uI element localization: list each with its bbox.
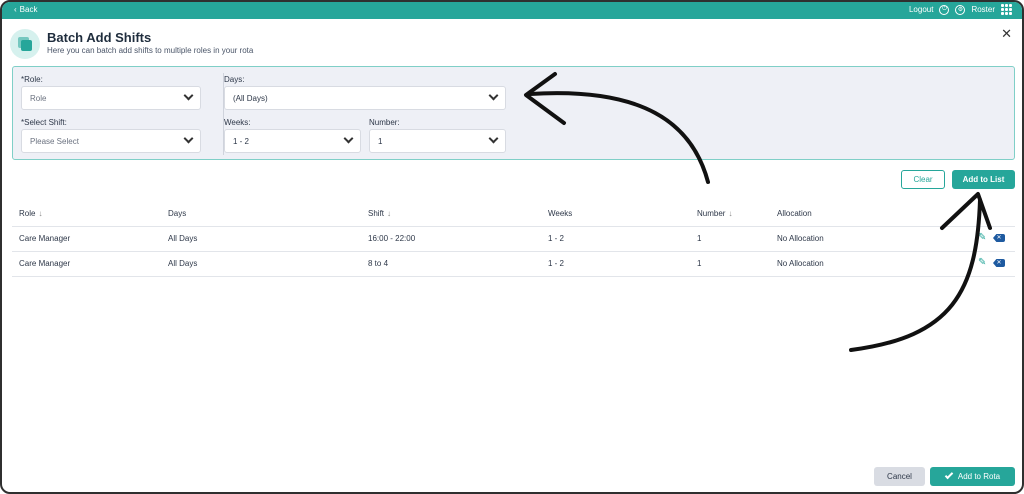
logout-icon[interactable]: ⏻ <box>939 4 950 15</box>
top-bar-actions: Logout ⏻ ⚙ Roster <box>909 4 1012 15</box>
cell-number: 1 <box>697 234 702 243</box>
roster-link[interactable]: Roster <box>971 5 995 14</box>
number-select-value: 1 <box>378 136 383 146</box>
cell-days: All Days <box>168 259 198 268</box>
edit-pencil-icon[interactable]: ✎ <box>978 258 988 268</box>
apps-grid-icon[interactable] <box>1001 4 1012 15</box>
table-row: Care Manager All Days 16:00 - 22:00 1 - … <box>12 227 1015 252</box>
back-label: Back <box>19 5 38 14</box>
column-header-allocation: Allocation <box>777 209 812 218</box>
number-label: Number: <box>369 118 400 127</box>
edit-pencil-icon[interactable]: ✎ <box>978 233 988 243</box>
add-to-rota-button[interactable]: Add to Rota <box>930 467 1015 486</box>
sort-arrow-icon: ↓ <box>728 209 733 218</box>
select-shift-label: *Select Shift: <box>21 118 67 127</box>
delete-backspace-icon[interactable]: ✕ <box>993 234 1005 242</box>
column-header-days: Days <box>168 209 187 218</box>
number-select[interactable]: 1 <box>369 129 506 153</box>
checkmark-icon <box>944 470 954 480</box>
back-link[interactable]: ‹ Back <box>14 5 37 14</box>
cell-weeks: 1 - 2 <box>548 234 565 243</box>
shift-select-value: Please Select <box>30 136 79 146</box>
cell-allocation: No Allocation <box>777 234 824 243</box>
cell-shift: 8 to 4 <box>368 259 389 268</box>
page-title: Batch Add Shifts <box>47 30 152 45</box>
weeks-select-value: 1 - 2 <box>233 136 250 146</box>
column-header-weeks: Weeks <box>548 209 573 218</box>
page-subtitle: Here you can batch add shifts to multipl… <box>47 46 254 55</box>
days-select-value: (All Days) <box>233 93 268 103</box>
top-bar: ‹ Back Logout ⏻ ⚙ Roster <box>2 2 1022 19</box>
cell-shift: 16:00 - 22:00 <box>368 234 416 243</box>
cell-number: 1 <box>697 259 702 268</box>
cell-role: Care Manager <box>19 259 71 268</box>
add-to-rota-label: Add to Rota <box>957 472 1001 481</box>
days-select[interactable]: (All Days) <box>224 86 506 110</box>
cancel-button[interactable]: Cancel <box>874 467 925 486</box>
modal-window: ‹ Back Logout ⏻ ⚙ Roster Batch Add Shift… <box>0 0 1024 494</box>
column-header-role[interactable]: Role ↓ <box>19 209 42 218</box>
clear-button[interactable]: Clear <box>901 170 945 189</box>
weeks-label: Weeks: <box>224 118 251 127</box>
table-row: Care Manager All Days 8 to 4 1 - 2 1 No … <box>12 252 1015 277</box>
delete-backspace-icon[interactable]: ✕ <box>993 259 1005 267</box>
sort-arrow-icon: ↓ <box>38 209 43 218</box>
column-header-shift[interactable]: Shift ↓ <box>368 209 391 218</box>
batch-shifts-icon <box>10 29 40 59</box>
shift-select[interactable]: Please Select <box>21 129 201 153</box>
close-icon[interactable]: ✕ <box>1001 27 1012 40</box>
chevron-left-icon: ‹ <box>14 5 17 14</box>
logout-link[interactable]: Logout <box>909 5 933 14</box>
table-header: Role ↓ Days Shift ↓ Weeks Number ↓ Allocati… <box>12 202 1015 227</box>
weeks-select[interactable]: 1 - 2 <box>224 129 361 153</box>
add-to-list-button[interactable]: Add to List <box>952 170 1015 189</box>
settings-icon[interactable]: ⚙ <box>955 4 966 15</box>
cell-role: Care Manager <box>19 234 71 243</box>
days-label: Days: <box>224 75 245 84</box>
role-label: *Role: <box>21 75 43 84</box>
cell-weeks: 1 - 2 <box>548 259 565 268</box>
cell-allocation: No Allocation <box>777 259 824 268</box>
role-select-value: Role <box>30 93 47 103</box>
column-header-number[interactable]: Number ↓ <box>697 209 732 218</box>
filter-panel: *Role: Role *Select Shift: Please Select… <box>12 66 1015 160</box>
sort-arrow-icon: ↓ <box>387 209 392 218</box>
role-select[interactable]: Role <box>21 86 201 110</box>
cell-days: All Days <box>168 234 198 243</box>
